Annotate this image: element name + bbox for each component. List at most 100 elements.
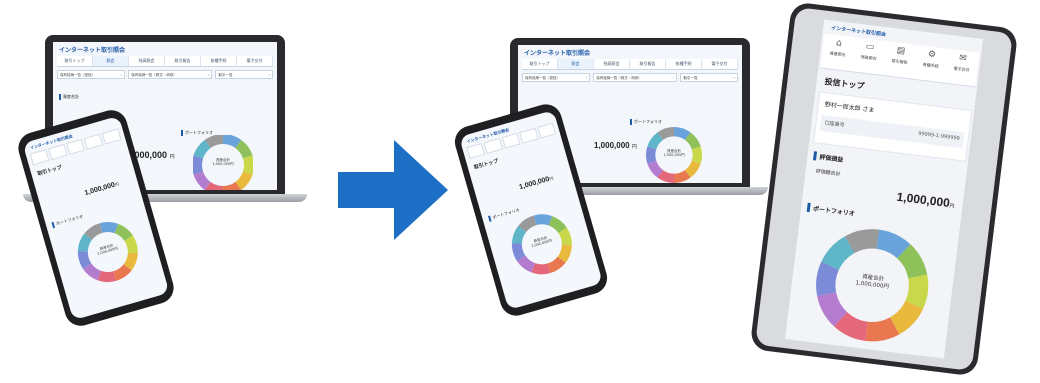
- donut-center-line2: 1,000,000円: [212, 162, 234, 167]
- tab-inquiry[interactable]: 照会: [93, 56, 129, 66]
- nav-icon-wallet[interactable]: [47, 143, 68, 161]
- tab-procedures[interactable]: 各種手続: [666, 59, 702, 69]
- donut-segment: [865, 317, 900, 342]
- donut-segment: [821, 236, 855, 271]
- select-label: 保有銘柄一覧（株式・債券）: [596, 76, 642, 80]
- donut-segment: [123, 252, 138, 271]
- donut-segment: [82, 262, 102, 281]
- donut-segment: [84, 223, 103, 241]
- donut-segment: [242, 155, 253, 175]
- donut-segment: [673, 127, 691, 141]
- select-holdings-funds[interactable]: 保有銘柄一覧（投信） ›: [522, 73, 591, 82]
- donut-segment: [657, 127, 675, 141]
- donut-segment: [99, 222, 119, 234]
- donut-segment: [646, 146, 657, 164]
- donut-segment: [533, 214, 553, 226]
- nav-icon-settings[interactable]: [519, 127, 539, 144]
- chevron-right-icon: ›: [585, 76, 588, 80]
- nav-icon-wallet[interactable]: [483, 137, 504, 154]
- nav-icon-bank[interactable]: [466, 142, 486, 159]
- select-transactions[interactable]: 取引一覧 ›: [680, 73, 738, 82]
- chevron-right-icon: ›: [120, 73, 123, 77]
- donut-segment: [896, 244, 928, 279]
- donut-segment: [204, 181, 224, 190]
- donut-segment: [77, 250, 92, 269]
- page-title: 投信トップ: [824, 77, 865, 91]
- nav-item-assets[interactable]: ⌂ 資産照会: [820, 34, 855, 72]
- account-number: 99999-1-999999: [917, 130, 961, 142]
- tab-balance[interactable]: 残高照会: [594, 59, 630, 69]
- tab-inquiry[interactable]: 照会: [558, 59, 594, 69]
- nav-item-report[interactable]: ▤ 取引報告: [882, 41, 917, 79]
- tab-top[interactable]: 取引トップ: [522, 59, 558, 69]
- donut-segment: [222, 135, 242, 149]
- nav-icon-report[interactable]: [501, 132, 521, 149]
- donut-segment: [518, 215, 537, 233]
- donut-segment: [673, 169, 691, 183]
- donut-segment: [193, 139, 211, 159]
- tab-top[interactable]: 取引トップ: [57, 56, 93, 66]
- nav-icon-report[interactable]: [65, 138, 86, 155]
- donut-segment: [124, 235, 138, 254]
- phone-amount: 1,000,000円: [518, 175, 554, 191]
- chevron-right-icon: ›: [733, 76, 735, 80]
- phone-amount: 1,000,000円: [84, 181, 120, 197]
- amount-unit: 円: [548, 175, 554, 182]
- nav-item-procedures[interactable]: ⚙ 各種手続: [913, 45, 948, 83]
- tab-balance[interactable]: 残高照会: [129, 56, 165, 66]
- tab-report[interactable]: 取引報告: [165, 56, 201, 66]
- nav-icon-document[interactable]: [102, 128, 122, 145]
- select-label: 保有銘柄一覧（株式・債券）: [131, 73, 177, 77]
- donut-segment: [97, 270, 117, 283]
- donut-segment: [684, 160, 701, 178]
- donut-center: 資産合計 1,000,000円: [203, 158, 243, 167]
- phone-screen-label: 取引トップ: [473, 158, 500, 171]
- select-label: 保有銘柄一覧（投信）: [60, 73, 95, 77]
- donut-segment: [558, 227, 572, 246]
- account-row: 口座番号 99999-1-999999: [819, 114, 965, 149]
- select-holdings-funds[interactable]: 保有銘柄一覧（投信） ›: [57, 70, 126, 79]
- tab-bar: 取引トップ 照会 残高照会 取引報告 各種手続 電子交付: [57, 56, 273, 67]
- donut-segment: [222, 181, 242, 190]
- nav-icon-bank[interactable]: [29, 149, 50, 166]
- nav-item-balance[interactable]: ▭ 残高照会: [851, 37, 886, 75]
- donut-segment: [235, 139, 253, 159]
- account-label: 口座番号: [824, 120, 845, 129]
- donut-segment: [684, 132, 701, 150]
- amount-unit: 円: [631, 144, 637, 150]
- donut-segment: [816, 261, 840, 296]
- donut-segment: [112, 264, 132, 281]
- select-holdings-stocks[interactable]: 保有銘柄一覧（株式・債券） ›: [128, 70, 213, 79]
- donut-segment: [817, 291, 848, 327]
- select-transactions[interactable]: 取引一覧 ›: [215, 70, 273, 79]
- chevron-right-icon: ›: [208, 73, 210, 77]
- donut-segment: [557, 244, 572, 263]
- amount-unit: 円: [169, 154, 175, 160]
- tab-report[interactable]: 取引報告: [630, 59, 666, 69]
- amount-value: 1,000,000: [83, 181, 116, 197]
- donut-segment: [876, 229, 911, 259]
- amount-unit: 円: [949, 203, 955, 210]
- select-row: 保有銘柄一覧（投信） › 保有銘柄一覧（株式・債券） › 取引一覧 ›: [57, 70, 273, 79]
- total-amount: 1,000,000 円: [594, 141, 637, 150]
- tablet-portfolio-label: ポートフォリオ: [806, 202, 856, 218]
- donut-segment: [517, 255, 536, 273]
- donut-segment: [691, 146, 702, 164]
- section-label: 資産合計: [59, 94, 79, 100]
- tablet: インターネット取引照会 ⌂ 資産照会 ▭ 残高照会 ▤ 取引報告 ⚙ 各種手続 …: [749, 1, 1019, 377]
- tab-bar: 取引トップ 照会 残高照会 取引報告 各種手続 電子交付: [522, 59, 738, 70]
- donut-segment: [193, 171, 211, 190]
- tab-e-delivery[interactable]: 電子交付: [237, 56, 273, 66]
- select-label: 取引一覧: [218, 73, 233, 77]
- tab-e-delivery[interactable]: 電子交付: [702, 59, 738, 69]
- select-holdings-stocks[interactable]: 保有銘柄一覧（株式・債券） ›: [593, 73, 678, 82]
- nav-icon-settings[interactable]: [83, 133, 104, 150]
- nav-item-e-delivery[interactable]: ✉ 電子交付: [944, 49, 979, 87]
- tab-procedures[interactable]: 各種手続: [201, 56, 237, 66]
- donut-segment: [511, 243, 526, 262]
- nav-icon-document[interactable]: [537, 122, 557, 139]
- customer-name: 野村一郎太郎 さま: [824, 99, 875, 114]
- donut-segment: [531, 263, 551, 275]
- amount-value: 1,000,000: [518, 175, 551, 192]
- donut-segment: [647, 132, 664, 150]
